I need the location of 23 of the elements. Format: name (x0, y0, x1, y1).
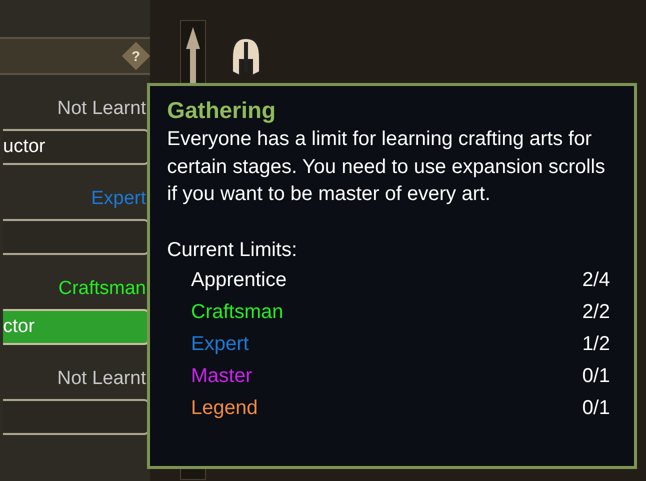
level-label: Craftsman (58, 277, 147, 301)
limits-heading: Current Limits: (167, 238, 298, 262)
recipe-bar[interactable] (3, 399, 150, 435)
limit-name: Craftsman (191, 300, 284, 324)
limit-name: Legend (191, 396, 258, 420)
helmet-icon[interactable] (232, 38, 260, 76)
help-icon[interactable]: ? (122, 42, 150, 70)
recipe-bar[interactable]: uctor (3, 129, 150, 165)
recipe-bar[interactable] (3, 219, 150, 255)
level-label: Expert (91, 187, 147, 211)
tooltip-description: Everyone has a limit for learning crafting arts for certain stages. You need to use expansion scrolls if you want to be master of every art. (167, 127, 606, 207)
level-label: Not Learnt (57, 367, 147, 391)
limit-name: Apprentice (191, 268, 287, 292)
tooltip-title: Gathering (167, 96, 277, 125)
limit-count: 0/1 (582, 364, 610, 388)
limit-count: 1/2 (582, 332, 610, 356)
limit-count: 0/1 (582, 396, 610, 420)
limit-count: 2/4 (582, 268, 610, 292)
limit-name: Expert (191, 332, 249, 356)
recipe-bar[interactable]: ctor (3, 309, 150, 345)
limit-count: 2/2 (582, 300, 610, 324)
level-label: Not Learnt (57, 97, 147, 121)
limit-name: Master (191, 364, 252, 388)
